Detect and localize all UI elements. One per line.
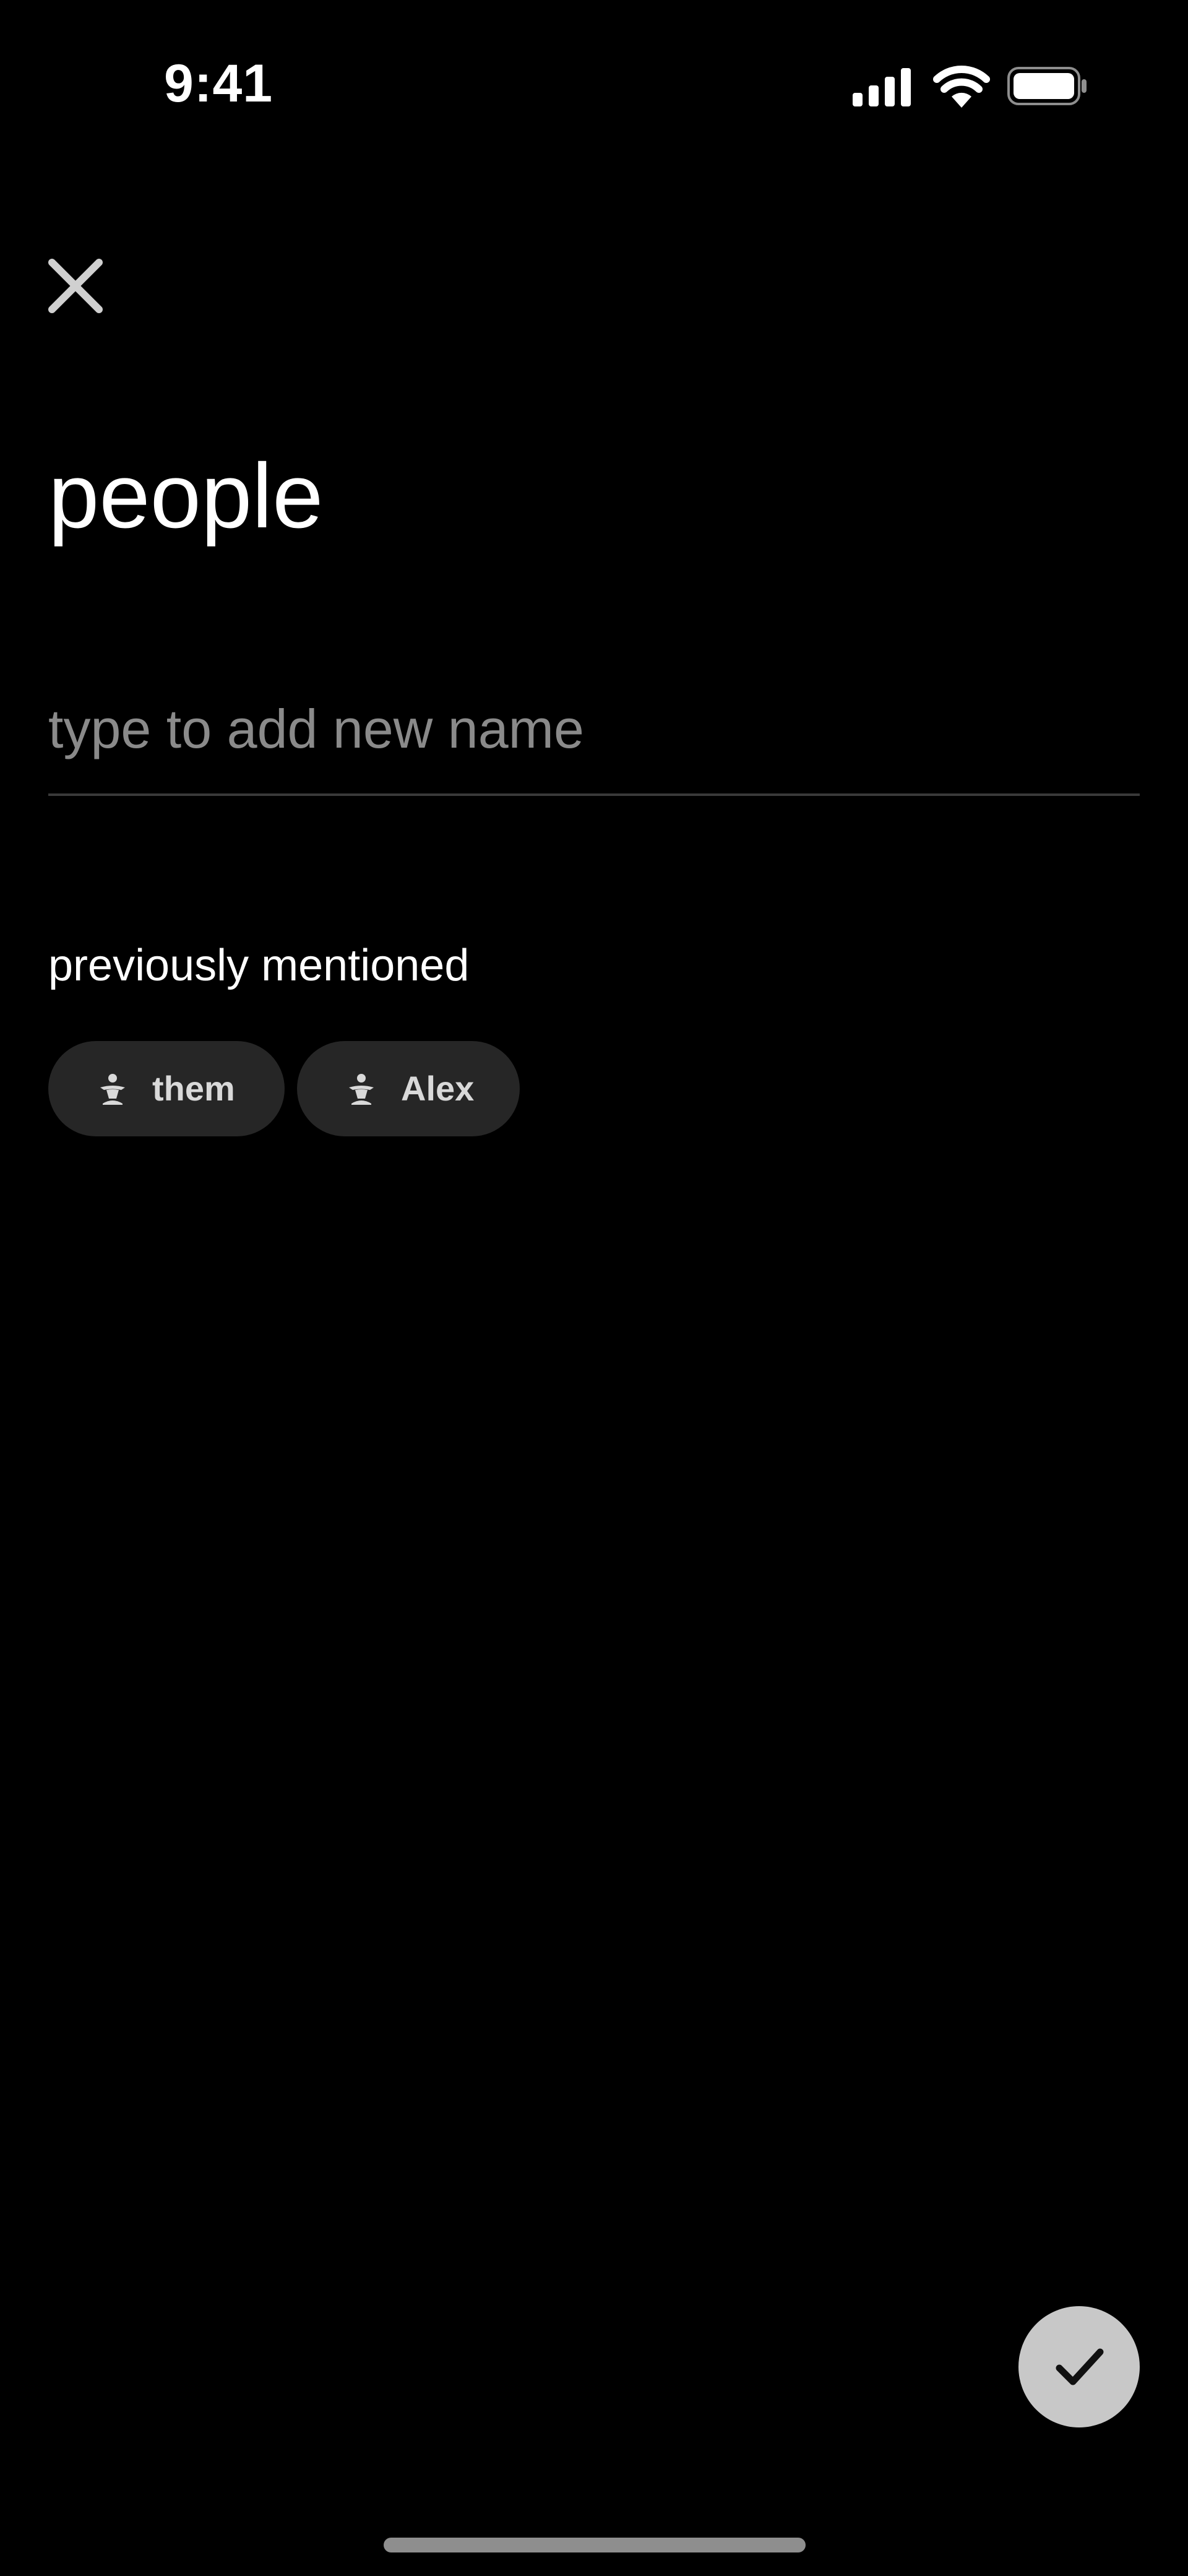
chip-label: them (152, 1069, 235, 1108)
wifi-icon (933, 66, 990, 108)
confirm-button[interactable] (1018, 2306, 1140, 2427)
close-icon (48, 259, 103, 313)
status-time: 9:41 (164, 54, 273, 113)
person-icon (100, 1074, 125, 1105)
person-chip-them[interactable]: them (48, 1041, 285, 1136)
close-button[interactable] (43, 254, 108, 318)
page-title: people (48, 445, 324, 547)
checkmark-icon (1056, 2348, 1104, 2385)
cellular-signal-icon (853, 68, 911, 106)
previously-mentioned-label: previously mentioned (48, 941, 470, 990)
input-underline (48, 793, 1140, 796)
home-indicator[interactable] (384, 2538, 806, 2552)
battery-icon (1007, 67, 1087, 105)
chip-label: Alex (401, 1069, 475, 1108)
person-chip-alex[interactable]: Alex (297, 1041, 520, 1136)
person-icon (349, 1074, 374, 1105)
new-name-input[interactable] (48, 692, 1140, 766)
